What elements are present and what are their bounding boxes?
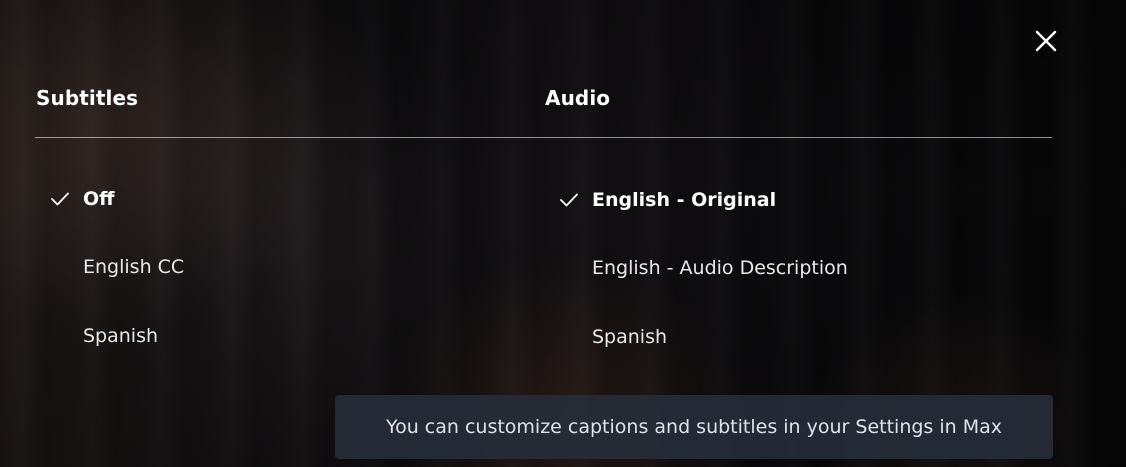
audio-heading: Audio xyxy=(545,86,611,110)
audio-option-english-audio-description[interactable]: English - Audio Description xyxy=(592,253,848,283)
header-divider xyxy=(35,137,1052,138)
subtitle-option-english-cc[interactable]: English CC xyxy=(83,252,184,282)
audio-option-spanish[interactable]: Spanish xyxy=(592,322,667,352)
close-icon xyxy=(1035,30,1057,52)
audio-option-english-original[interactable]: English - Original xyxy=(592,185,776,215)
check-icon xyxy=(559,192,579,208)
close-button[interactable] xyxy=(1032,27,1060,55)
subtitles-heading: Subtitles xyxy=(36,86,139,110)
settings-tip-text: You can customize captions and subtitles… xyxy=(386,416,1002,438)
player-overlay: Subtitles Audio Off English CC Spanish E… xyxy=(0,0,1126,467)
settings-tip-toast: You can customize captions and subtitles… xyxy=(335,395,1053,459)
check-icon xyxy=(50,191,70,207)
subtitle-option-off[interactable]: Off xyxy=(83,184,115,214)
subtitle-option-spanish[interactable]: Spanish xyxy=(83,321,158,351)
